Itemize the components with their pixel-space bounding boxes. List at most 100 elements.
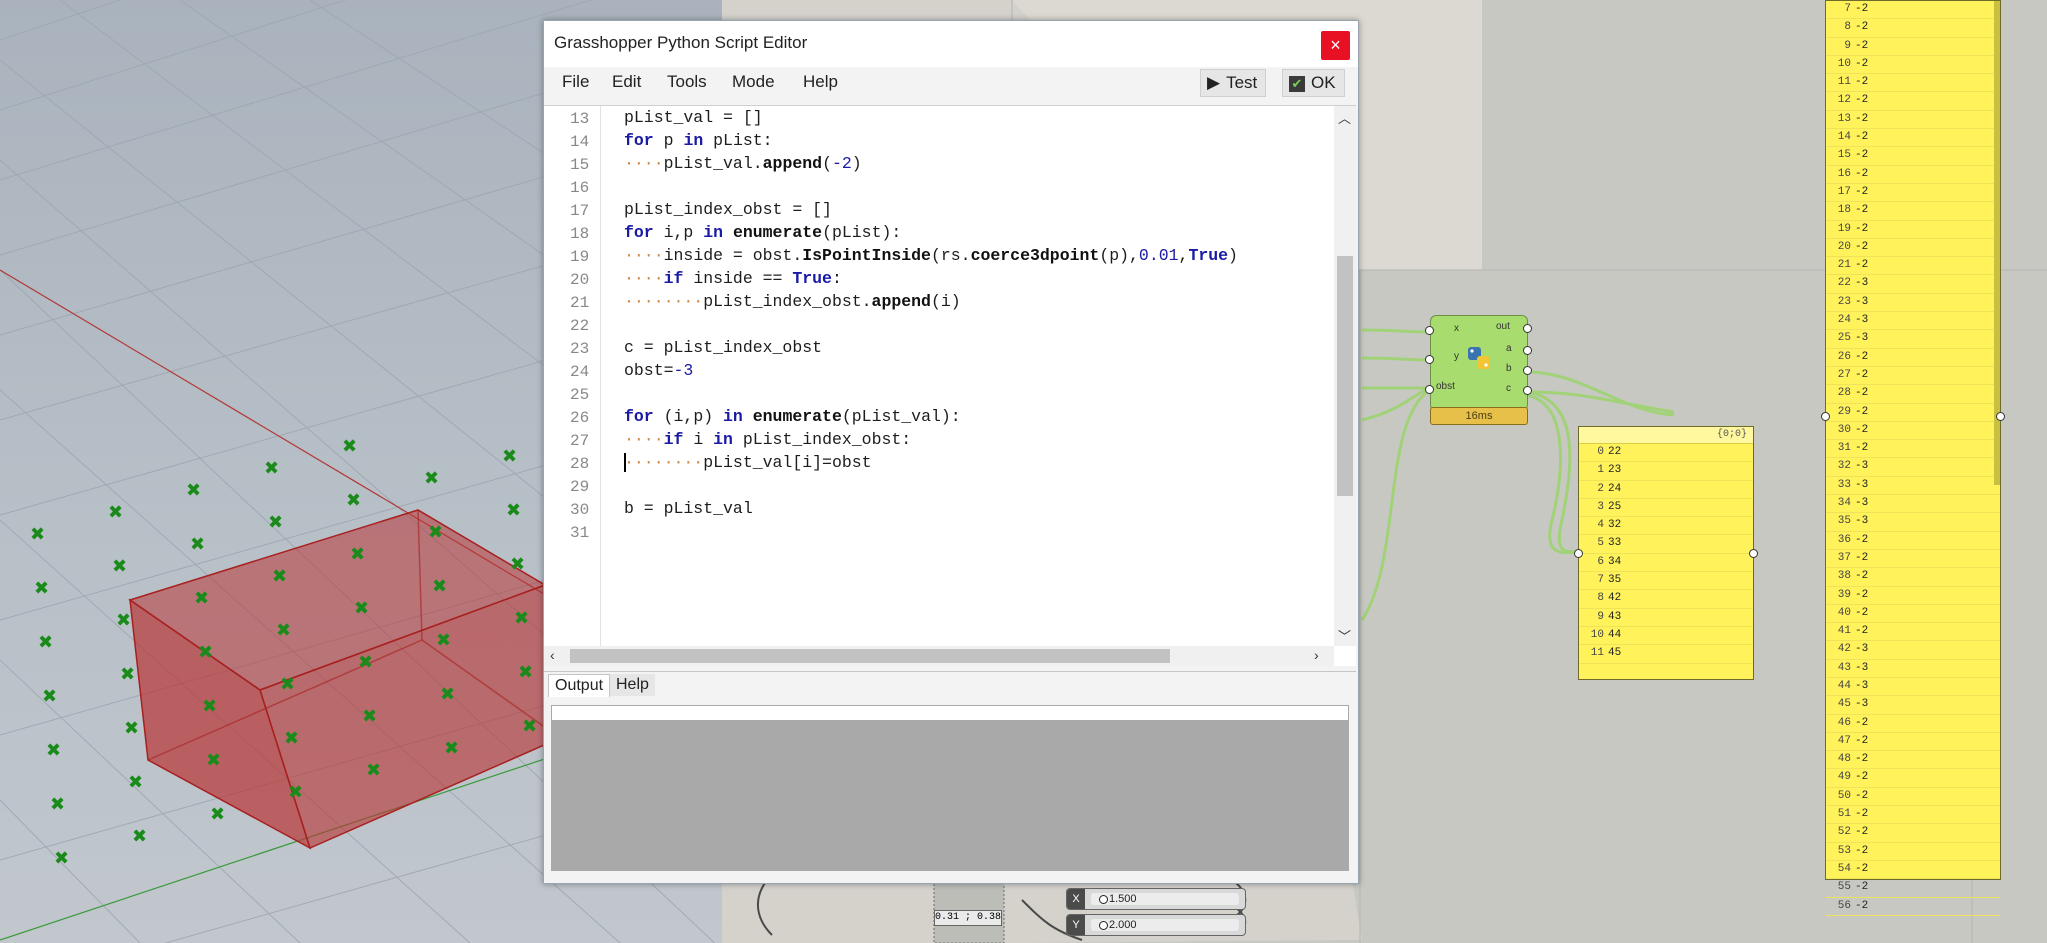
ok-button[interactable]: ✔ OK: [1282, 69, 1345, 97]
menu-file[interactable]: File: [562, 72, 589, 92]
line-number: 28: [570, 455, 590, 473]
menu-help[interactable]: Help: [803, 72, 838, 92]
code-line[interactable]: for (i,p) in enumerate(pList_val):: [624, 407, 961, 426]
panel-input-port[interactable]: [1574, 549, 1583, 558]
point-marker: ✖: [202, 696, 217, 717]
output-c-label: c: [1506, 383, 1511, 394]
code-line[interactable]: ····pList_val.append(-2): [624, 154, 862, 173]
menu-mode[interactable]: Mode: [732, 72, 775, 92]
slider-x-knob[interactable]: [1099, 895, 1108, 904]
values-panel[interactable]: 7 -2 8 -2 9 -2 10 -2 11 -2 12 -2 13 -2 14 -2 15 -2 16 -2 17-…: [1821, 0, 2005, 916]
slider-y[interactable]: Y 2.000: [1066, 914, 1246, 936]
tab-help[interactable]: Help: [610, 674, 655, 696]
panel-row: 0 22: [1579, 444, 1753, 463]
output-a-label: a: [1506, 343, 1512, 354]
slider-x-track[interactable]: 1.500: [1091, 893, 1239, 905]
row-index: 21: [1837, 259, 1851, 272]
input-obst-port[interactable]: [1425, 385, 1434, 394]
row-index: 10: [1837, 57, 1851, 70]
panel-row: 52 -2: [1826, 824, 2000, 843]
code-line[interactable]: for p in pList:: [624, 131, 773, 150]
panel-row: 40 -2: [1826, 605, 2000, 624]
tab-output[interactable]: Output: [548, 674, 611, 697]
scroll-right-icon[interactable]: ›: [1314, 647, 1319, 663]
output-out-port[interactable]: [1523, 324, 1532, 333]
row-value: -2: [1855, 570, 1869, 583]
python-script-editor[interactable]: Grasshopper Python Script Editor × File …: [543, 20, 1359, 884]
row-index: 9: [1844, 39, 1851, 52]
input-y-port[interactable]: [1425, 355, 1434, 364]
vertical-scroll-thumb[interactable]: [1337, 256, 1353, 496]
code-line[interactable]: b = pList_val: [624, 499, 753, 518]
panel-row: 35 -3: [1826, 513, 2000, 532]
code-line[interactable]: ····inside = obst.IsPointInside(rs.coerc…: [624, 246, 1238, 265]
vertical-scrollbar[interactable]: ︿ ﹀: [1334, 106, 1356, 646]
output-b-port[interactable]: [1523, 366, 1532, 375]
panel-row: 50 -2: [1826, 788, 2000, 807]
code-line[interactable]: pList_index_obst = []: [624, 200, 832, 219]
slider-y-track[interactable]: 2.000: [1091, 919, 1239, 931]
code-line[interactable]: ········pList_val[i]=obst: [624, 453, 872, 472]
panel-output-port[interactable]: [1996, 412, 2005, 421]
horizontal-scroll-thumb[interactable]: [570, 649, 1170, 663]
scroll-up-icon[interactable]: ︿: [1338, 108, 1351, 127]
panel-row: 22 -3: [1826, 275, 2000, 294]
row-value: -2: [1855, 588, 1869, 601]
code-line[interactable]: c = pList_index_obst: [624, 338, 822, 357]
menu-edit[interactable]: Edit: [612, 72, 641, 92]
panel-row: 42 -3: [1826, 641, 2000, 660]
output-console: [551, 721, 1349, 871]
row-value: -2: [1855, 350, 1869, 363]
slider-y-knob[interactable]: [1099, 921, 1108, 930]
code-line[interactable]: ····if i in pList_index_obst:: [624, 430, 911, 449]
row-index: 38: [1837, 570, 1851, 583]
row-index: 53: [1837, 844, 1851, 857]
menu-tools[interactable]: Tools: [667, 72, 707, 92]
line-number: 22: [570, 317, 590, 335]
input-x-port[interactable]: [1425, 326, 1434, 335]
scroll-left-icon[interactable]: ‹: [550, 647, 555, 663]
row-value: -2: [1855, 844, 1869, 857]
panel-row: 23 -3: [1826, 294, 2000, 313]
panel-row: 27 -2: [1826, 367, 2000, 386]
panel-input-port[interactable]: [1821, 412, 1830, 421]
panel-row: 26 -2: [1826, 349, 2000, 367]
python-component[interactable]: x y obst out a b c 16ms: [1425, 315, 1532, 425]
panel-row: 43 -3: [1826, 660, 2000, 678]
code-line[interactable]: ········pList_index_obst.append(i): [624, 292, 961, 311]
row-index: 34: [1837, 497, 1851, 510]
row-value: -2: [1855, 112, 1869, 125]
horizontal-scrollbar[interactable]: ‹ ›: [544, 646, 1334, 666]
panel-output-port[interactable]: [1749, 549, 1758, 558]
row-value: 25: [1608, 500, 1622, 513]
row-value: -2: [1855, 387, 1869, 400]
code-line[interactable]: ····if inside == True:: [624, 269, 842, 288]
output-c-port[interactable]: [1523, 386, 1532, 395]
slider-x[interactable]: X 1.500: [1066, 888, 1246, 910]
scroll-down-icon[interactable]: ﹀: [1338, 626, 1351, 645]
code-line[interactable]: pList_val = []: [624, 108, 763, 127]
row-index: 37: [1837, 551, 1851, 564]
row-index: 16: [1837, 167, 1851, 180]
point-marker: ✖: [116, 610, 131, 631]
editor-titlebar[interactable]: Grasshopper Python Script Editor ×: [544, 21, 1358, 67]
panel-row: 49 -2: [1826, 769, 2000, 788]
row-index: 19: [1837, 222, 1851, 235]
row-index: 14: [1837, 131, 1851, 144]
code-line[interactable]: for i,p in enumerate(pList):: [624, 223, 901, 242]
code-editor[interactable]: 13 14 15 16 17 18 19 20 21 22 23 24 25 26 27 28 29 30 31 p…: [544, 105, 1356, 666]
line-number: 24: [570, 363, 590, 381]
point-marker: ✖: [432, 576, 447, 597]
row-value: 34: [1608, 555, 1622, 568]
output-a-port[interactable]: [1523, 346, 1532, 355]
panel-row: 38 -2: [1826, 568, 2000, 587]
row-value: -2: [1855, 625, 1869, 638]
index-panel[interactable]: {0;0} 0 22 1 23 2 24 3 25 4 32 5 33 6 34 7 35 8 42 9 43 10 44…: [1574, 426, 1758, 680]
test-button[interactable]: ▶ Test: [1200, 69, 1267, 97]
point-marker: ✖: [186, 480, 201, 501]
code-line[interactable]: obst=-3: [624, 361, 693, 380]
output-input-field[interactable]: [551, 705, 1349, 721]
close-icon[interactable]: ×: [1321, 31, 1350, 60]
row-index: 6: [1597, 555, 1604, 568]
row-index: 41: [1837, 625, 1851, 638]
